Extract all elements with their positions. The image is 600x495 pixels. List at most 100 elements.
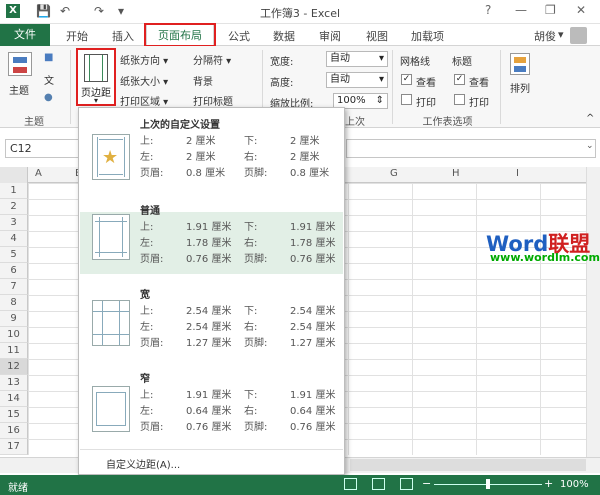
tab-formulas[interactable]: 公式: [228, 28, 250, 44]
row-header[interactable]: 5: [0, 247, 28, 263]
row-header[interactable]: 9: [0, 311, 28, 327]
print-area-button[interactable]: 打印区域 ▾: [120, 93, 168, 108]
value: 1.78 厘米: [290, 238, 336, 249]
zoom-in-button[interactable]: +: [544, 477, 553, 490]
select-all-button[interactable]: [0, 167, 28, 183]
page-thumbnail-icon: ★: [92, 134, 130, 180]
row-header[interactable]: 14: [0, 391, 28, 407]
arrange-icon[interactable]: [510, 53, 530, 75]
row-header[interactable]: 15: [0, 407, 28, 423]
redo-icon[interactable]: ↷: [94, 4, 104, 18]
vertical-scrollbar[interactable]: [586, 167, 600, 457]
gridlines-print-checkbox[interactable]: [401, 94, 412, 105]
zoom-out-button[interactable]: −: [422, 477, 431, 490]
avatar[interactable]: [570, 27, 587, 44]
arrange-button[interactable]: 排列: [510, 80, 530, 95]
row-header[interactable]: 13: [0, 375, 28, 391]
page-thumbnail-icon: [92, 300, 130, 346]
row-header[interactable]: 3: [0, 215, 28, 231]
row-header[interactable]: 6: [0, 263, 28, 279]
collapse-ribbon-icon[interactable]: ^: [586, 113, 594, 124]
value: 2 厘米: [290, 136, 320, 147]
preset-name: 上次的自定义设置: [140, 120, 220, 131]
headings-print-checkbox[interactable]: [454, 94, 465, 105]
restore-button[interactable]: ❐: [545, 3, 556, 17]
preset-wide[interactable]: 宽 上: 2.54 厘米 下: 2.54 厘米 左: 2.54 厘米 右: 2.…: [88, 288, 346, 352]
tab-data[interactable]: 数据: [273, 28, 295, 44]
customize-qat-icon[interactable]: ▾: [118, 4, 124, 18]
colors-icon[interactable]: ■: [44, 52, 53, 63]
breaks-button[interactable]: 分隔符 ▾: [193, 52, 231, 67]
effects-icon[interactable]: ●: [44, 92, 53, 103]
row-header[interactable]: 8: [0, 295, 28, 311]
column-header-a[interactable]: A: [35, 168, 42, 179]
value: 0.8 厘米: [290, 168, 330, 179]
tab-insert[interactable]: 插入: [112, 28, 134, 44]
page-thumbnail-icon: [92, 386, 130, 432]
user-name[interactable]: 胡俊: [534, 28, 556, 44]
row-header[interactable]: 10: [0, 327, 28, 343]
gridlines-view-checkbox[interactable]: ✓: [401, 74, 412, 85]
chevron-down-icon: ▾: [93, 96, 98, 105]
preset-last-custom[interactable]: ★ 上次的自定义设置 上: 2 厘米 下: 2 厘米 左: 2 厘米 右: 2 …: [88, 120, 346, 186]
column-header-i[interactable]: I: [516, 168, 519, 179]
group-label-themes: 主题: [24, 117, 44, 128]
themes-icon[interactable]: [8, 52, 32, 76]
zoom-level[interactable]: 100%: [560, 479, 589, 490]
page-layout-view-icon[interactable]: [372, 478, 385, 490]
row-header[interactable]: 4: [0, 231, 28, 247]
zoom-slider-handle[interactable]: [486, 479, 490, 489]
size-button[interactable]: 纸张大小 ▾: [120, 73, 168, 88]
page-break-view-icon[interactable]: [400, 478, 413, 490]
gridlines-print-label: 打印: [416, 98, 436, 109]
row-header[interactable]: 17: [0, 439, 28, 455]
preset-normal[interactable]: 普通 上: 1.91 厘米 下: 1.91 厘米 左: 1.78 厘米 右: 1…: [88, 204, 346, 268]
value: 0.64 厘米: [290, 406, 336, 417]
key: 页脚:: [244, 422, 268, 433]
key: 页眉:: [140, 338, 164, 349]
tab-addins[interactable]: 加载项: [411, 28, 444, 44]
key: 下:: [244, 390, 258, 401]
preset-name: 普通: [140, 206, 160, 217]
row-header[interactable]: 16: [0, 423, 28, 439]
row-header[interactable]: 7: [0, 279, 28, 295]
tab-review[interactable]: 审阅: [319, 28, 341, 44]
background-button[interactable]: 背景: [193, 73, 213, 88]
expand-formula-icon[interactable]: ⌄: [586, 141, 594, 151]
user-menu-icon[interactable]: ▾: [558, 28, 564, 41]
row-header[interactable]: 2: [0, 199, 28, 215]
print-titles-button[interactable]: 打印标题: [193, 93, 233, 108]
save-icon[interactable]: 💾: [36, 4, 51, 18]
preset-narrow[interactable]: 窄 上: 1.91 厘米 下: 1.91 厘米 左: 0.64 厘米 右: 0.…: [88, 372, 346, 436]
key: 下:: [244, 222, 258, 233]
orientation-button[interactable]: 纸张方向 ▾: [120, 52, 168, 67]
width-select[interactable]: 自动 ▾: [326, 51, 388, 67]
fonts-icon[interactable]: 文: [44, 72, 54, 87]
horizontal-scrollbar[interactable]: [350, 459, 586, 471]
value: 1.91 厘米: [290, 222, 336, 233]
value: 2.54 厘米: [186, 306, 232, 317]
name-box[interactable]: C12: [5, 139, 85, 158]
margins-button[interactable]: 页边距 ▾: [76, 48, 116, 106]
help-button[interactable]: ?: [485, 3, 491, 17]
tab-view[interactable]: 视图: [366, 28, 388, 44]
tab-file[interactable]: 文件: [0, 24, 50, 46]
column-header-h[interactable]: H: [452, 168, 460, 179]
title-bar: 工作簿3 - Excel: [0, 0, 600, 24]
close-button[interactable]: ✕: [576, 3, 586, 17]
value: 2.54 厘米: [290, 322, 336, 333]
formula-input[interactable]: [346, 139, 596, 158]
row-header[interactable]: 11: [0, 343, 28, 359]
minimize-button[interactable]: —: [515, 3, 527, 17]
value: 1.91 厘米: [186, 390, 232, 401]
value: 2 厘米: [186, 152, 216, 163]
row-header[interactable]: 1: [0, 183, 28, 199]
normal-view-icon[interactable]: [344, 478, 357, 490]
height-select[interactable]: 自动 ▾: [326, 72, 388, 88]
tab-home[interactable]: 开始: [66, 28, 88, 44]
column-header-g[interactable]: G: [390, 168, 398, 179]
undo-icon[interactable]: ↶: [60, 4, 70, 18]
headings-view-checkbox[interactable]: ✓: [454, 74, 465, 85]
row-header-selected[interactable]: 12: [0, 359, 28, 375]
custom-margins-button[interactable]: 自定义边距(A)...: [106, 456, 180, 471]
